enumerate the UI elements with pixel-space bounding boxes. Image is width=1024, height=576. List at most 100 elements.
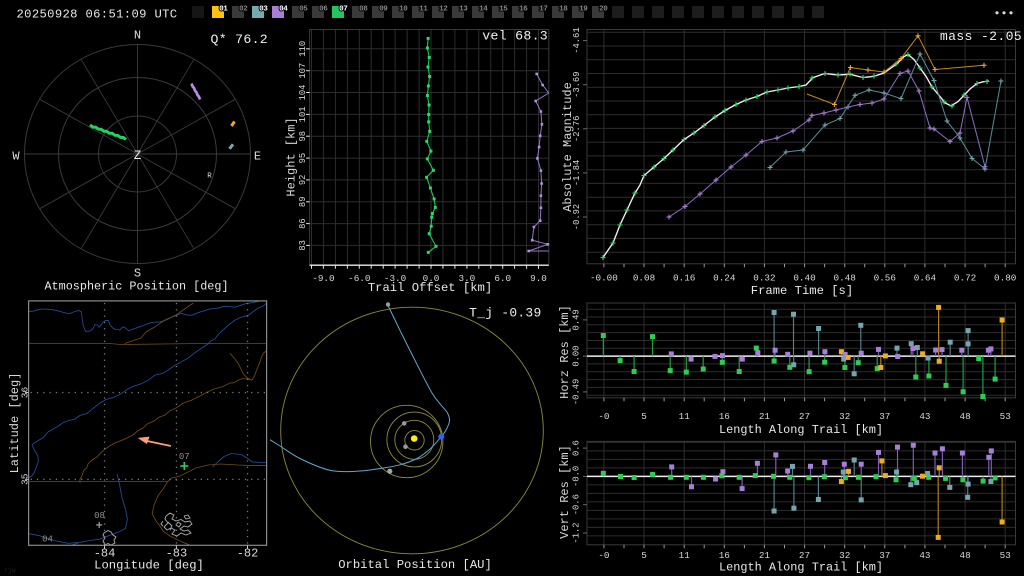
svg-text:0.72: 0.72 [954,273,976,284]
svg-text:04: 04 [279,6,288,14]
svg-text:0.6: 0.6 [572,440,582,456]
svg-text:0.64: 0.64 [914,273,937,284]
svg-text:Horz Res [km]: Horz Res [km] [558,305,572,399]
svg-text:Frame Time [s]: Frame Time [s] [751,284,853,298]
svg-text:-9.0: -9.0 [312,273,334,284]
svg-text:6.0: 6.0 [494,273,511,284]
svg-text:18: 18 [559,6,568,14]
svg-text:-0: -0 [598,411,609,422]
svg-text:89: 89 [298,197,308,208]
svg-text:Q* 76.2: Q* 76.2 [211,32,269,47]
svg-text:09: 09 [379,6,388,14]
svg-text:0.16: 0.16 [673,273,695,284]
svg-text:05: 05 [299,6,308,14]
svg-text:10: 10 [399,6,408,14]
svg-text:9.0: 9.0 [530,273,547,284]
svg-text:08: 08 [359,6,368,14]
svg-text:mass -2.05: mass -2.05 [940,29,1022,44]
svg-text:32: 32 [839,550,850,561]
svg-text:-0: -0 [598,550,609,561]
svg-text:53: 53 [1000,411,1011,422]
svg-text:E: E [254,150,261,164]
svg-text:Atmospheric Position [deg]: Atmospheric Position [deg] [44,280,228,294]
svg-text:104: 104 [298,85,308,101]
svg-text:rjw: rjw [4,567,16,574]
svg-text:11: 11 [679,550,691,561]
svg-text:Height [km]: Height [km] [285,117,299,196]
svg-text:vel 68.3: vel 68.3 [482,29,548,44]
svg-text:-0.0: -0.0 [572,466,582,487]
svg-text:83: 83 [298,240,308,251]
svg-text:-0.6: -0.6 [572,494,582,515]
svg-text:20: 20 [599,6,608,14]
svg-text:0.49: 0.49 [572,309,582,330]
svg-text:12: 12 [439,6,448,14]
svg-text:20250928 06:51:09 UTC: 20250928 06:51:09 UTC [17,8,178,22]
svg-text:Length Along Trail [km]: Length Along Trail [km] [719,423,883,437]
svg-text:11: 11 [419,6,428,14]
svg-text:0.48: 0.48 [834,273,856,284]
svg-text:03: 03 [259,6,268,14]
svg-text:0.56: 0.56 [874,273,896,284]
svg-text:W: W [12,150,20,164]
svg-text:N: N [134,29,141,43]
svg-text:-4.61: -4.61 [572,27,582,53]
svg-text:19: 19 [579,6,588,14]
svg-text:27: 27 [799,411,810,422]
svg-text:17: 17 [539,6,548,14]
svg-text:16: 16 [719,550,730,561]
svg-text:43: 43 [919,550,930,561]
svg-text:02: 02 [239,6,248,14]
svg-text:16: 16 [719,411,730,422]
svg-text:110: 110 [298,41,308,57]
svg-text:21: 21 [759,550,771,561]
svg-text:0.80: 0.80 [994,273,1016,284]
svg-text:101: 101 [298,106,308,122]
svg-text:21: 21 [759,411,771,422]
svg-text:14: 14 [479,6,488,14]
svg-text:35: 35 [20,473,31,485]
svg-text:Vert Res [km]: Vert Res [km] [558,445,572,539]
svg-text:48: 48 [960,411,971,422]
svg-text:Latitude [deg]: Latitude [deg] [8,373,22,474]
svg-text:-82: -82 [237,547,259,561]
svg-text:Absolute Magnitude: Absolute Magnitude [561,82,575,212]
svg-text:13: 13 [459,6,468,14]
svg-text:R: R [207,173,212,181]
svg-text:37: 37 [879,550,890,561]
svg-text:5: 5 [641,550,647,561]
svg-text:5: 5 [641,411,647,422]
svg-text:107: 107 [298,63,308,79]
svg-text:27: 27 [799,550,810,561]
svg-text:53: 53 [1000,550,1011,561]
svg-text:08: 08 [94,511,105,521]
svg-text:Trail Offset [km]: Trail Offset [km] [368,281,492,295]
svg-text:37: 37 [879,411,890,422]
svg-text:07: 07 [339,6,348,14]
svg-text:0.40: 0.40 [793,273,815,284]
svg-text:16: 16 [519,6,528,14]
svg-text:15: 15 [499,6,508,14]
svg-text:32: 32 [839,411,850,422]
svg-text:Longitude [deg]: Longitude [deg] [94,559,204,573]
svg-text:95: 95 [298,153,308,164]
svg-text:43: 43 [919,411,930,422]
svg-text:0.32: 0.32 [753,273,775,284]
svg-text:11: 11 [679,411,691,422]
svg-text:0.00: 0.00 [572,346,582,367]
svg-text:-0.00: -0.00 [590,273,618,284]
svg-text:S: S [134,267,141,281]
svg-text:07: 07 [179,452,190,462]
svg-text:98: 98 [298,131,308,142]
svg-text:04: 04 [42,535,53,545]
svg-text:Orbital Position [AU]: Orbital Position [AU] [338,558,492,572]
svg-text:48: 48 [960,550,971,561]
svg-text:92: 92 [298,175,308,186]
svg-text:06: 06 [319,6,328,14]
svg-text:-0.49: -0.49 [572,379,582,405]
svg-text:0.08: 0.08 [633,273,655,284]
svg-text:Z: Z [134,149,142,163]
svg-text:-1.2: -1.2 [572,522,582,543]
svg-text:T_j -0.39: T_j -0.39 [469,306,541,321]
svg-text:0.24: 0.24 [713,273,736,284]
